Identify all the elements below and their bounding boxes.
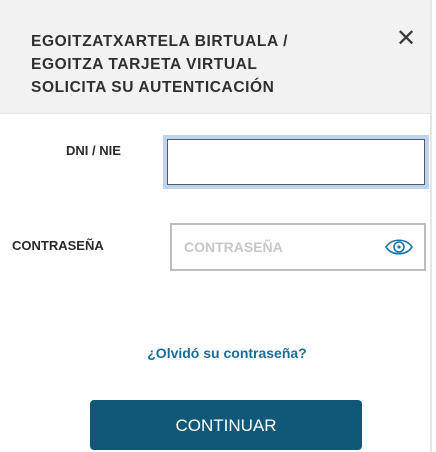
forgot-password-link-row: ¿Olvidó su contraseña? [0, 345, 430, 361]
continue-button[interactable]: CONTINUAR [90, 400, 362, 450]
password-input[interactable] [172, 225, 384, 269]
login-dialog: EGOITZATXARTELA BIRTUALA / EGOITZA TARJE… [0, 0, 432, 452]
dialog-title-line-2: EGOITZA TARJETA VIRTUAL [31, 56, 258, 73]
dni-field-wrapper [163, 135, 429, 189]
close-icon[interactable]: ✕ [393, 26, 419, 52]
dni-label: DNI / NIE [66, 143, 121, 158]
password-field-wrapper [170, 223, 426, 271]
dialog-title-line-3: SOLICITA SU AUTENTICACIÓN [31, 79, 275, 96]
eye-icon[interactable] [384, 234, 414, 260]
dialog-title-line-1: EGOITZATXARTELA BIRTUALA / [31, 33, 288, 50]
password-label: CONTRASEÑA [12, 238, 104, 253]
dni-input[interactable] [167, 139, 425, 185]
dialog-title: EGOITZATXARTELA BIRTUALA / EGOITZA TARJE… [31, 30, 361, 99]
forgot-password-link[interactable]: ¿Olvidó su contraseña? [147, 345, 306, 361]
dialog-header: EGOITZATXARTELA BIRTUALA / EGOITZA TARJE… [0, 0, 430, 114]
